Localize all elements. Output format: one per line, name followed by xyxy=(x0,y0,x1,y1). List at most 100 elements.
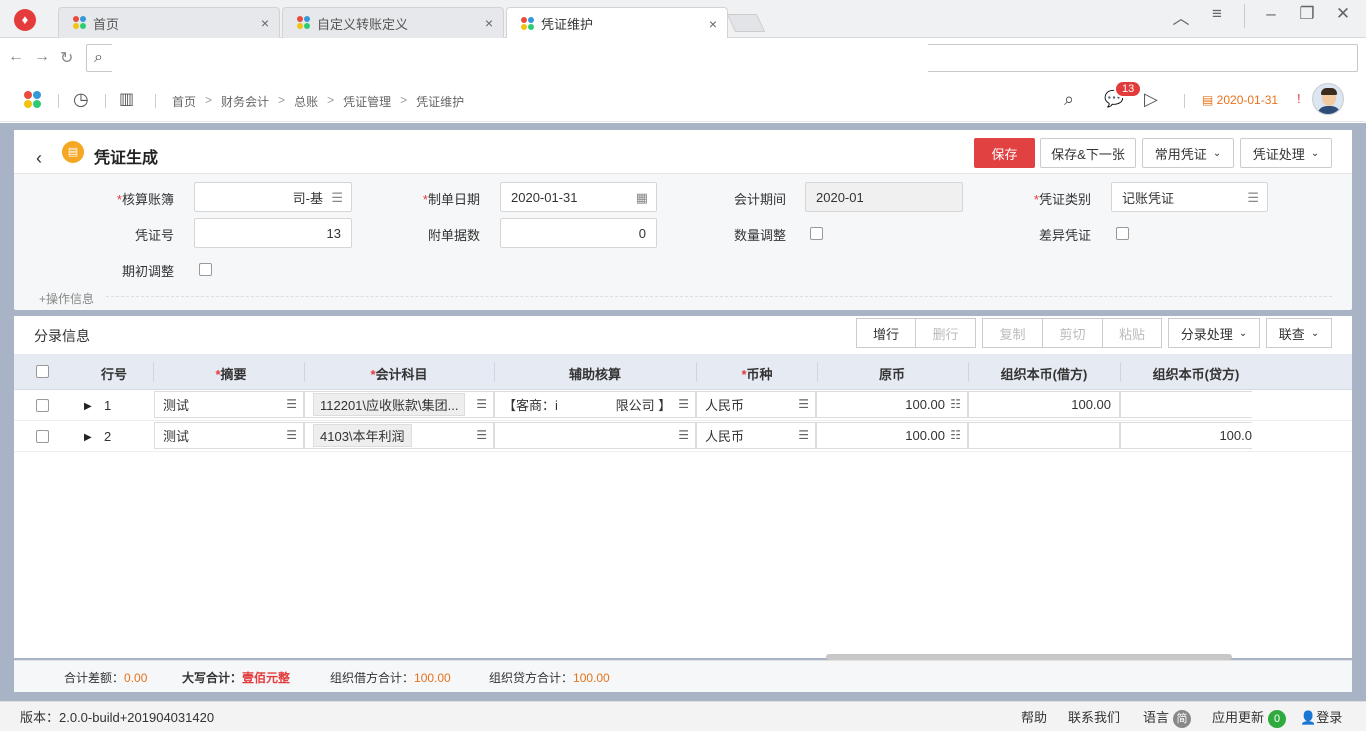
type-field[interactable]: 记账凭证 ☰ xyxy=(1111,182,1268,212)
breadcrumb-voucher-maint: 凭证维护 xyxy=(416,95,465,109)
minimize-icon[interactable]: – xyxy=(1256,4,1286,24)
original-amount-cell[interactable]: 100.00 ☷ xyxy=(816,391,968,418)
currency-cell[interactable]: 人民币 ☰ xyxy=(696,422,816,449)
expand-triangle-icon[interactable]: ▶ xyxy=(84,401,92,412)
save-button[interactable]: 保存 xyxy=(974,138,1035,168)
collapse-icon[interactable]: ︿ xyxy=(1166,4,1196,29)
tab-close-icon[interactable]: × xyxy=(261,15,269,31)
date-field[interactable]: 2020-01-31 ▦ xyxy=(500,182,657,212)
debit-amount-cell[interactable]: 100.00 xyxy=(968,391,1120,418)
browser-tab-voucher[interactable]: 凭证维护 × xyxy=(506,7,728,39)
paste-button[interactable]: 粘贴 xyxy=(1102,318,1162,348)
language-switch[interactable]: 语言简 xyxy=(1143,707,1192,728)
contact-link[interactable]: 联系我们 xyxy=(1068,707,1120,726)
menu-icon[interactable]: ≡ xyxy=(1202,4,1232,24)
help-link[interactable]: 帮助 xyxy=(1021,707,1047,726)
cut-button[interactable]: 剪切 xyxy=(1042,318,1103,348)
account-cell[interactable]: 112201\应收账款\集团... ☰ xyxy=(304,391,494,418)
book-field[interactable]: 司-基 ☰ xyxy=(194,182,352,212)
list-icon[interactable]: ☰ xyxy=(286,397,297,411)
aux-cell[interactable]: ☰ xyxy=(494,422,696,449)
restore-icon[interactable]: ❐ xyxy=(1292,4,1322,24)
close-window-icon[interactable]: ✕ xyxy=(1328,4,1358,24)
debit-amount-cell[interactable] xyxy=(968,422,1120,449)
browser-tab-transfer[interactable]: 自定义转账定义 × xyxy=(282,7,504,38)
page-title: 凭证生成 xyxy=(94,150,159,167)
summary-value: 测试 xyxy=(163,429,190,444)
common-voucher-dropdown[interactable]: 常用凭证 ⌄ xyxy=(1142,138,1234,168)
search-icon: ⌕ xyxy=(94,49,103,66)
notification-count-badge: 13 xyxy=(1114,80,1143,98)
debit-amount-value: 100.00 xyxy=(1071,397,1111,412)
breadcrumb: 首页 > 财务会计 > 总账 > 凭证管理 > 凭证维护 xyxy=(172,93,465,110)
play-icon[interactable]: ▷ xyxy=(1144,89,1158,110)
credit-amount-value: 100.0 xyxy=(1219,428,1252,443)
copy-button[interactable]: 复制 xyxy=(982,318,1043,348)
column-currency: *币种 xyxy=(741,367,773,382)
row-checkbox[interactable] xyxy=(36,430,49,443)
app-logo-icon[interactable] xyxy=(24,91,42,109)
qty-adjust-label: 数量调整 xyxy=(733,228,786,243)
row-checkbox[interactable] xyxy=(36,399,49,412)
search-icon[interactable]: ⌕ xyxy=(1064,89,1074,110)
save-next-button[interactable]: 保存&下一张 xyxy=(1040,138,1136,168)
ops-info-toggle[interactable]: +操作信息 xyxy=(39,290,94,307)
init-adjust-checkbox[interactable] xyxy=(199,263,212,276)
summary-cell[interactable]: 测试 ☰ xyxy=(154,391,304,418)
add-row-button[interactable]: 增行 xyxy=(856,318,916,348)
back-arrow-icon[interactable]: ‹ xyxy=(36,148,42,169)
attach-field[interactable]: 0 xyxy=(500,218,657,248)
calendar-icon[interactable]: ▦ xyxy=(636,190,648,206)
list-icon[interactable]: ☰ xyxy=(331,190,343,206)
tab-close-icon[interactable]: × xyxy=(709,16,717,32)
column-rownum: 行号 xyxy=(100,367,127,382)
credit-amount-cell[interactable] xyxy=(1120,391,1252,418)
total-credit: 组织贷方合计：100.00 xyxy=(489,671,610,685)
voucher-process-dropdown[interactable]: 凭证处理 ⌄ xyxy=(1240,138,1332,168)
avatar[interactable] xyxy=(1312,83,1344,115)
credit-amount-cell[interactable]: 100.0 xyxy=(1120,422,1252,449)
browser-tab-home[interactable]: 首页 × xyxy=(58,7,280,38)
breadcrumb-finance[interactable]: 财务会计 xyxy=(221,93,269,110)
voucher-no-field[interactable]: 13 xyxy=(194,218,352,248)
breadcrumb-home[interactable]: 首页 xyxy=(172,93,196,110)
summary-cell[interactable]: 测试 ☰ xyxy=(154,422,304,449)
history-icon[interactable]: ◷ xyxy=(73,89,89,110)
expand-triangle-icon[interactable]: ▶ xyxy=(84,432,92,443)
list-icon[interactable]: ☰ xyxy=(476,428,487,442)
delete-row-button[interactable]: 删行 xyxy=(915,318,976,348)
calculator-icon[interactable]: ☷ xyxy=(950,397,961,411)
list-icon[interactable]: ☰ xyxy=(678,428,689,442)
list-icon[interactable]: ☰ xyxy=(286,428,297,442)
select-all-checkbox[interactable] xyxy=(36,365,49,378)
new-tab-button[interactable] xyxy=(726,14,766,32)
original-amount-cell[interactable]: 100.00 ☷ xyxy=(816,422,968,449)
building-icon[interactable]: ▥ xyxy=(119,89,134,109)
link-query-dropdown[interactable]: 联查 ⌄ xyxy=(1266,318,1332,348)
breadcrumb-voucher-mgmt[interactable]: 凭证管理 xyxy=(343,93,391,110)
currency-cell[interactable]: 人民币 ☰ xyxy=(696,391,816,418)
app-update-link[interactable]: 应用更新 0 xyxy=(1212,707,1287,728)
summary-value: 测试 xyxy=(163,398,190,413)
login-link[interactable]: 👤登录 xyxy=(1300,707,1342,726)
url-overlay xyxy=(112,43,928,76)
tab-title: 凭证维护 xyxy=(541,17,594,32)
back-icon[interactable]: ← xyxy=(8,48,24,66)
forward-icon[interactable]: → xyxy=(34,48,50,66)
account-cell[interactable]: 4103\本年利润 ☰ xyxy=(304,422,494,449)
version-text: 版本：2.0.0-build+201904031420 xyxy=(20,710,215,725)
list-icon[interactable]: ☰ xyxy=(678,397,689,411)
breadcrumb-ledger[interactable]: 总账 xyxy=(294,93,318,110)
list-icon[interactable]: ☰ xyxy=(798,397,809,411)
calculator-icon[interactable]: ☷ xyxy=(950,428,961,442)
qty-adjust-checkbox[interactable] xyxy=(810,227,823,240)
entry-process-dropdown[interactable]: 分录处理 ⌄ xyxy=(1168,318,1260,348)
business-date[interactable]: ▤ 2020-01-31 xyxy=(1202,93,1278,107)
list-icon[interactable]: ☰ xyxy=(1247,190,1259,206)
diff-voucher-checkbox[interactable] xyxy=(1116,227,1129,240)
list-icon[interactable]: ☰ xyxy=(476,397,487,411)
reload-icon[interactable]: ↻ xyxy=(60,48,73,68)
tab-close-icon[interactable]: × xyxy=(485,15,493,31)
aux-cell[interactable]: 【客商：i 限公司 】 ☰ xyxy=(494,391,696,418)
list-icon[interactable]: ☰ xyxy=(798,428,809,442)
